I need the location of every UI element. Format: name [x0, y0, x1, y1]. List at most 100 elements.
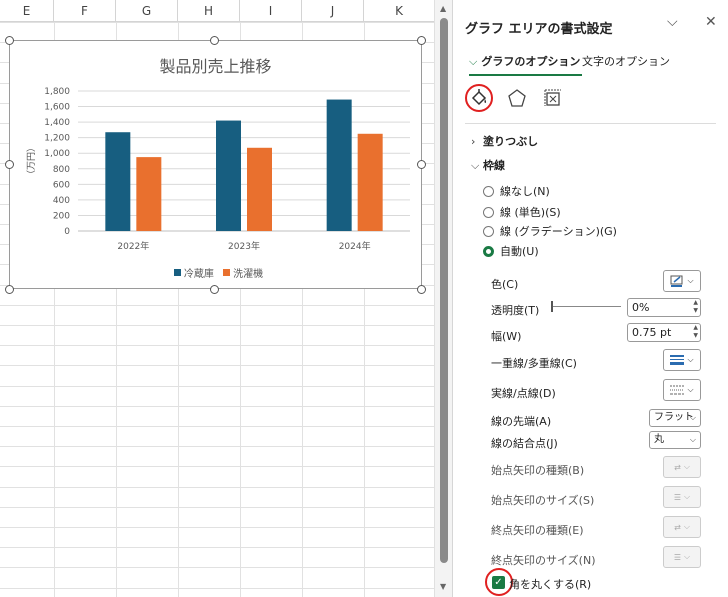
col-header-f[interactable]: F	[54, 0, 116, 22]
chevron-down-icon: ⌵	[687, 355, 694, 364]
bar-refrigerator-1	[216, 120, 241, 231]
begin-arrow-size-button[interactable]: ☰ ⌵	[663, 486, 701, 508]
tab-text-options[interactable]: 文字のオプション	[582, 53, 670, 69]
arrow-size-icon: ☰	[673, 492, 682, 502]
effects-pentagon-icon[interactable]	[503, 84, 531, 112]
col-header-h[interactable]: H	[178, 0, 240, 22]
chevron-down-icon: ⌵	[683, 462, 690, 471]
chevron-down-icon: ⌵	[684, 492, 691, 501]
legend-label-refrigerator: 冷蔵庫	[183, 269, 214, 280]
vertical-scrollbar[interactable]: ▲ ▼	[434, 0, 452, 597]
col-header-g[interactable]: G	[116, 0, 178, 22]
worksheet[interactable]: E F G H I J K 製品別売上推移 0 200 400 600 800 1,000…	[0, 0, 434, 597]
grid-line	[0, 22, 434, 23]
resize-handle-top[interactable]	[210, 36, 219, 45]
scroll-up-arrow-icon[interactable]: ▲	[440, 4, 446, 13]
chevron-down-icon: ⌵	[684, 552, 691, 561]
scroll-down-arrow-icon[interactable]: ▼	[440, 582, 446, 591]
format-chart-area-pane: グラフ エリアの書式設定 ⌵ ✕ ⌵ グラフのオプション 文字のオプション › 塗り…	[452, 0, 728, 597]
end-arrow-type-button[interactable]: ⇄ ⌵	[663, 516, 701, 538]
column-headers: E F G H I J K	[0, 0, 434, 22]
label-dash-type: 実線/点線(D)	[491, 387, 556, 400]
begin-arrow-type-button[interactable]: ⇄ ⌵	[663, 456, 701, 478]
rounded-corners-label[interactable]: 角を丸くする(R)	[509, 576, 591, 592]
grid-line	[0, 507, 434, 508]
grid-line	[0, 446, 434, 447]
resize-handle-bottom-right[interactable]	[417, 285, 426, 294]
end-arrow-size-button[interactable]: ☰ ⌵	[663, 546, 701, 568]
col-header-j[interactable]: J	[302, 0, 364, 22]
chevron-down-icon: ⌵	[469, 55, 478, 68]
radio-button[interactable]	[483, 185, 494, 197]
close-icon[interactable]: ✕	[705, 14, 717, 30]
col-header-k[interactable]: K	[364, 0, 434, 22]
grid-line	[0, 365, 434, 366]
bar-washer-1	[247, 147, 272, 231]
resize-handle-bottom[interactable]	[210, 285, 219, 294]
cap-type-select[interactable]: フラット ⌵	[649, 409, 701, 427]
arrow-type-icon: ⇄	[674, 462, 681, 472]
grid-line	[0, 406, 434, 407]
dash-type-button[interactable]: ⌵	[663, 379, 701, 401]
label-end-arrow-size: 終点矢印のサイズ(N)	[491, 554, 596, 567]
transparency-input[interactable]: 0% ▲ ▼	[627, 298, 701, 317]
resize-handle-right[interactable]	[417, 160, 426, 169]
bar-refrigerator-2	[326, 99, 352, 231]
arrow-size-icon: ☰	[673, 552, 682, 562]
y-tick-label: 400	[53, 196, 70, 206]
arrow-type-icon: ⇄	[674, 522, 681, 532]
resize-handle-left[interactable]	[5, 160, 14, 169]
grid-line	[0, 325, 434, 326]
label-begin-arrow-size: 始点矢印のサイズ(S)	[491, 494, 595, 507]
radio-button[interactable]	[483, 225, 494, 237]
y-tick-label: 800	[53, 165, 70, 175]
scroll-thumb[interactable]	[440, 18, 448, 563]
tab-chart-options[interactable]: ⌵ グラフのオプション	[469, 53, 583, 76]
width-input[interactable]: 0.75 pt ▲ ▼	[627, 323, 701, 342]
rounded-corners-checkbox[interactable]: ✓	[492, 576, 505, 589]
y-tick-label: 600	[53, 180, 70, 190]
chart-plot[interactable]: 0 200 400 600 800 1,000 1,200 1,400 1,600 1,800 （万…	[10, 41, 423, 290]
spin-arrows-icon[interactable]: ▲ ▼	[693, 299, 698, 315]
spin-arrows-icon[interactable]: ▲ ▼	[693, 324, 698, 340]
grid-line	[0, 345, 434, 346]
grid-line	[0, 466, 434, 467]
radio-automatic[interactable]: 自動(U)	[483, 243, 539, 259]
join-type-select[interactable]: 丸 ⌵	[649, 431, 701, 449]
grid-line	[0, 386, 434, 387]
radio-button[interactable]	[483, 206, 494, 218]
color-picker-button[interactable]: ⌵	[663, 270, 701, 292]
radio-no-line[interactable]: 線なし(N)	[483, 183, 550, 199]
grid-line	[0, 527, 434, 528]
separator	[465, 123, 716, 124]
section-border[interactable]: ⌵ 枠線	[471, 157, 505, 173]
section-fill[interactable]: › 塗りつぶし	[471, 133, 538, 149]
col-header-i[interactable]: I	[240, 0, 302, 22]
radio-button-selected[interactable]	[483, 245, 494, 257]
radio-gradient-line[interactable]: 線 (グラデーション)(G)	[483, 223, 617, 239]
transparency-slider-track[interactable]	[551, 306, 621, 307]
chart-legend[interactable]: 冷蔵庫 洗濯機	[10, 265, 421, 280]
fill-line-icon[interactable]	[465, 84, 493, 112]
pane-options-chevron-icon[interactable]: ⌵	[667, 14, 678, 30]
bar-washer-0	[136, 157, 162, 231]
resize-handle-top-left[interactable]	[5, 36, 14, 45]
pane-title: グラフ エリアの書式設定	[465, 22, 613, 37]
checkmark-icon: ✓	[494, 577, 503, 588]
y-tick-label: 1,400	[44, 118, 70, 128]
label-end-arrow-type: 終点矢印の種類(E)	[491, 524, 584, 537]
resize-handle-bottom-left[interactable]	[5, 285, 14, 294]
chevron-down-icon: ⌵	[689, 435, 696, 444]
transparency-slider-thumb[interactable]	[551, 301, 553, 312]
size-properties-icon[interactable]	[539, 84, 567, 112]
col-header-e[interactable]: E	[0, 0, 54, 22]
legend-swatch-washer	[223, 269, 231, 276]
bar-washer-2	[357, 133, 383, 231]
label-transparency: 透明度(T)	[491, 304, 540, 317]
compound-type-button[interactable]: ⌵	[663, 349, 701, 371]
resize-handle-top-right[interactable]	[417, 36, 426, 45]
y-axis-label: （万円）	[26, 143, 37, 179]
radio-solid-line[interactable]: 線 (単色)(S)	[483, 204, 561, 220]
chart-area[interactable]: 製品別売上推移 0 200 400 600 800 1,000 1,200 1,400 1,60…	[9, 40, 422, 289]
chevron-right-icon: ›	[471, 135, 476, 148]
